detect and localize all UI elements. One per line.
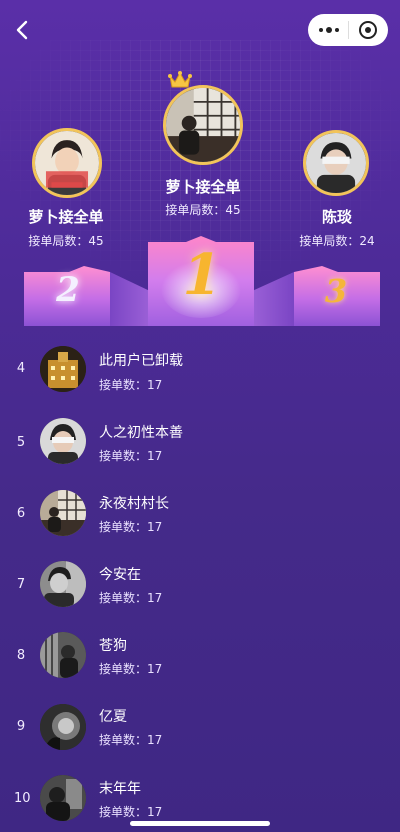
list-avatar[interactable] [40,704,86,750]
list-avatar[interactable] [40,346,86,392]
second-place-count: 接单局数：45 [28,234,104,248]
list-count: 接单数：17 [99,520,163,534]
list-rank: 5 [16,435,26,450]
list-count: 接单数：17 [99,733,163,747]
list-rank: 8 [16,648,26,663]
list-item[interactable]: 9 亿夏 接单数：17 [0,692,400,764]
list-rank: 10 [14,791,31,806]
list-name: 今安在 [99,567,141,583]
podium-rank-2: 2 [56,270,80,310]
list-item[interactable]: 8 苍狗 接单数：17 [0,620,400,692]
home-indicator [130,821,270,826]
first-place-name: 萝卜接全单 [165,179,241,196]
back-button[interactable] [10,16,34,44]
list-name: 末年年 [99,781,141,797]
close-miniprogram-button[interactable] [359,21,378,39]
list-name: 此用户已卸载 [99,353,183,369]
podium-second-block [24,266,152,326]
chevron-left-icon [16,20,28,40]
list-item[interactable]: 7 今安在 接单数：17 [0,549,400,621]
miniprogram-capsule [308,14,388,46]
list-item[interactable]: 4 此用户已卸载 接单数：17 [0,336,400,408]
avatar-photo-icon [40,775,86,821]
podium-rank-3: 3 [324,272,348,310]
list-avatar[interactable] [40,775,86,821]
avatar-photo-icon [40,561,86,607]
leaderboard-screen: 萝卜接全单 接单局数：45 萝卜接全单 接单局数：45 陈琰 接单局数：24 2… [0,0,400,832]
list-item[interactable]: 5 人之初性本善 接单数：17 [0,406,400,478]
list-avatar[interactable] [40,561,86,607]
list-rank: 4 [16,361,26,376]
list-avatar[interactable] [40,632,86,678]
first-place-avatar[interactable] [163,85,243,165]
first-place-count: 接单局数：45 [165,203,241,217]
list-count: 接单数：17 [99,449,163,463]
list-avatar[interactable] [40,418,86,464]
second-place-avatar[interactable] [32,128,102,198]
third-place-name: 陈琰 [321,209,352,226]
more-options-button[interactable] [318,27,339,33]
list-count: 接单数：17 [99,662,163,676]
avatar-photo-icon [40,346,86,392]
list-rank: 6 [16,506,26,521]
avatar-photo-icon [40,704,86,750]
list-avatar[interactable] [40,490,86,536]
list-rank: 7 [16,577,26,592]
list-rank: 9 [16,719,26,734]
list-name: 亿夏 [99,709,127,725]
list-count: 接单数：17 [99,591,163,605]
list-name: 人之初性本善 [99,425,183,441]
third-place-avatar[interactable] [303,130,369,196]
podium-rank-1: 1 [182,242,222,308]
avatar-photo-icon [40,490,86,536]
list-name: 苍狗 [99,638,127,654]
list-name: 永夜村村长 [99,496,169,512]
second-place-name: 萝卜接全单 [28,209,104,226]
list-count: 接单数：17 [99,805,163,819]
list-count: 接单数：17 [99,378,163,392]
avatar-photo-icon [166,88,240,162]
capsule-divider [348,21,350,39]
third-place-count: 接单局数：24 [299,234,375,248]
avatar-photo-icon [35,131,99,195]
avatar-photo-icon [306,133,366,193]
avatar-photo-icon [40,418,86,464]
podium-third-block [250,266,380,326]
avatar-photo-icon [40,632,86,678]
list-item[interactable]: 6 永夜村村长 接单数：17 [0,478,400,550]
